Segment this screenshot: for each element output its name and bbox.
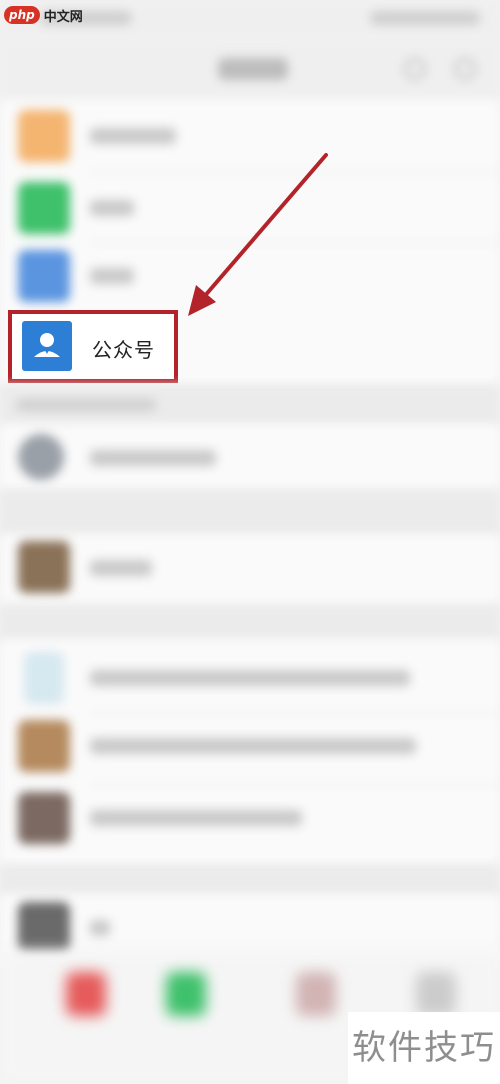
me-tab-icon[interactable] — [416, 972, 456, 1016]
discover-tab-icon[interactable] — [296, 972, 336, 1016]
section-header — [0, 865, 500, 895]
list-item-label — [90, 560, 152, 576]
list-item[interactable] — [0, 422, 500, 494]
list-item-label — [90, 920, 110, 936]
contact-avatar — [18, 792, 70, 844]
contact-avatar — [18, 434, 64, 480]
list-item[interactable] — [0, 642, 500, 714]
contact-avatar — [18, 541, 70, 593]
chats-tab-icon[interactable] — [66, 972, 106, 1016]
section-header — [0, 605, 500, 640]
list-item-label — [90, 810, 302, 826]
watermark: 软件技巧 — [348, 1012, 500, 1084]
list-item-label — [90, 450, 216, 466]
list-item-label — [90, 670, 410, 686]
list-item[interactable] — [0, 712, 500, 784]
contact-avatar — [24, 652, 64, 704]
contact-avatar — [18, 902, 70, 954]
contacts-tab-icon[interactable] — [166, 972, 206, 1016]
list-item[interactable] — [0, 784, 500, 856]
annotation-arrow — [188, 153, 328, 316]
list-item-label — [90, 738, 416, 754]
list-item[interactable] — [0, 533, 500, 605]
section-header — [0, 385, 500, 425]
contact-avatar — [18, 720, 70, 772]
section-header — [0, 490, 500, 535]
